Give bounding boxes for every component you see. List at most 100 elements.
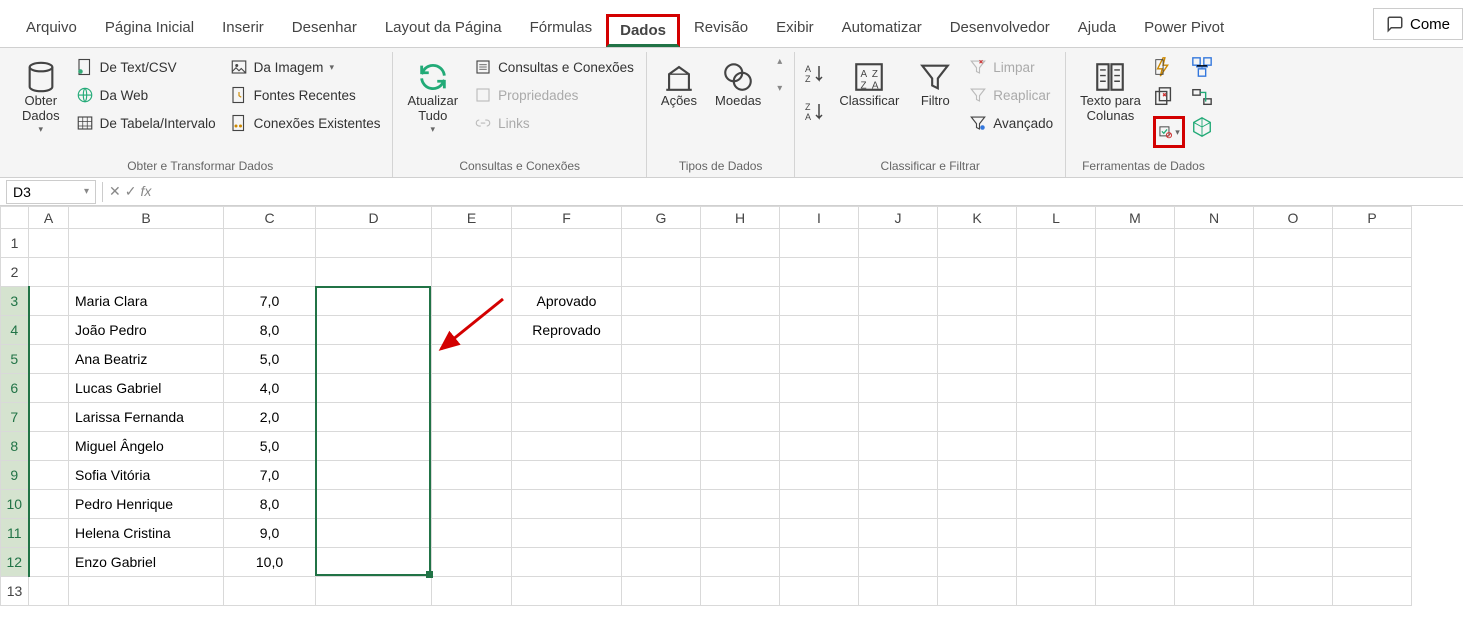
- cell-B2[interactable]: Aluno: [69, 258, 224, 287]
- cell-H11[interactable]: [701, 519, 780, 548]
- cell-I1[interactable]: [780, 229, 859, 258]
- cell-O8[interactable]: [1254, 432, 1333, 461]
- cell-E9[interactable]: [432, 461, 512, 490]
- cell-K11[interactable]: [938, 519, 1017, 548]
- row-header-13[interactable]: 13: [1, 577, 29, 606]
- cell-A9[interactable]: [29, 461, 69, 490]
- tab-formulas[interactable]: Fórmulas: [516, 11, 607, 47]
- cell-K5[interactable]: [938, 345, 1017, 374]
- cell-B1[interactable]: [69, 229, 224, 258]
- cell-J5[interactable]: [859, 345, 938, 374]
- cell-I11[interactable]: [780, 519, 859, 548]
- cell-F4[interactable]: Reprovado: [512, 316, 622, 345]
- cell-I4[interactable]: [780, 316, 859, 345]
- cell-H12[interactable]: [701, 548, 780, 577]
- cell-M12[interactable]: [1096, 548, 1175, 577]
- cell-O11[interactable]: [1254, 519, 1333, 548]
- row-header-5[interactable]: 5: [1, 345, 29, 374]
- cell-J13[interactable]: [859, 577, 938, 606]
- cell-F8[interactable]: [512, 432, 622, 461]
- cell-A1[interactable]: [29, 229, 69, 258]
- cell-F5[interactable]: [512, 345, 622, 374]
- data-validation-icon[interactable]: ▾: [1158, 121, 1180, 143]
- cell-H6[interactable]: [701, 374, 780, 403]
- cell-M9[interactable]: [1096, 461, 1175, 490]
- cell-K3[interactable]: [938, 287, 1017, 316]
- row-header-6[interactable]: 6: [1, 374, 29, 403]
- cell-I9[interactable]: [780, 461, 859, 490]
- cell-C10[interactable]: 8,0: [224, 490, 316, 519]
- cell-H13[interactable]: [701, 577, 780, 606]
- col-header-J[interactable]: J: [859, 207, 938, 229]
- cell-H10[interactable]: [701, 490, 780, 519]
- cell-N1[interactable]: [1175, 229, 1254, 258]
- cell-G4[interactable]: [622, 316, 701, 345]
- scroll-down-icon[interactable]: ▾: [777, 83, 782, 94]
- spreadsheet-grid[interactable]: ABCDEFGHIJKLMNOP12AlunoNotaStatusStatus3…: [0, 206, 1463, 606]
- flash-fill-icon[interactable]: [1153, 56, 1175, 78]
- cell-D11[interactable]: [316, 519, 432, 548]
- cell-C5[interactable]: 5,0: [224, 345, 316, 374]
- cell-G13[interactable]: [622, 577, 701, 606]
- cell-M7[interactable]: [1096, 403, 1175, 432]
- cell-F11[interactable]: [512, 519, 622, 548]
- cell-B10[interactable]: Pedro Henrique: [69, 490, 224, 519]
- col-header-M[interactable]: M: [1096, 207, 1175, 229]
- cell-K1[interactable]: [938, 229, 1017, 258]
- col-header-B[interactable]: B: [69, 207, 224, 229]
- cell-H8[interactable]: [701, 432, 780, 461]
- cell-P10[interactable]: [1333, 490, 1412, 519]
- cell-D5[interactable]: [316, 345, 432, 374]
- cell-J10[interactable]: [859, 490, 938, 519]
- cell-J6[interactable]: [859, 374, 938, 403]
- cell-G12[interactable]: [622, 548, 701, 577]
- cell-M13[interactable]: [1096, 577, 1175, 606]
- cell-M2[interactable]: [1096, 258, 1175, 287]
- tab-revisao[interactable]: Revisão: [680, 11, 762, 47]
- cell-N11[interactable]: [1175, 519, 1254, 548]
- cell-G2[interactable]: [622, 258, 701, 287]
- cell-C12[interactable]: 10,0: [224, 548, 316, 577]
- cell-A13[interactable]: [29, 577, 69, 606]
- cell-J9[interactable]: [859, 461, 938, 490]
- filter-button[interactable]: Filtro: [911, 56, 959, 113]
- cell-A8[interactable]: [29, 432, 69, 461]
- cell-K4[interactable]: [938, 316, 1017, 345]
- cell-A3[interactable]: [29, 287, 69, 316]
- row-header-2[interactable]: 2: [1, 258, 29, 287]
- cell-O1[interactable]: [1254, 229, 1333, 258]
- cell-C13[interactable]: [224, 577, 316, 606]
- cell-G3[interactable]: [622, 287, 701, 316]
- cell-L3[interactable]: [1017, 287, 1096, 316]
- cell-G9[interactable]: [622, 461, 701, 490]
- cell-F10[interactable]: [512, 490, 622, 519]
- cell-G8[interactable]: [622, 432, 701, 461]
- cell-D7[interactable]: [316, 403, 432, 432]
- cell-E8[interactable]: [432, 432, 512, 461]
- name-box[interactable]: D3 ▾: [6, 180, 96, 204]
- cell-F2[interactable]: Status: [512, 258, 622, 287]
- cell-B12[interactable]: Enzo Gabriel: [69, 548, 224, 577]
- tab-inserir[interactable]: Inserir: [208, 11, 278, 47]
- col-header-E[interactable]: E: [432, 207, 512, 229]
- cell-N10[interactable]: [1175, 490, 1254, 519]
- cell-C7[interactable]: 2,0: [224, 403, 316, 432]
- cell-D13[interactable]: [316, 577, 432, 606]
- cell-G1[interactable]: [622, 229, 701, 258]
- cell-A11[interactable]: [29, 519, 69, 548]
- cell-O2[interactable]: [1254, 258, 1333, 287]
- sort-desc-icon[interactable]: ZA: [803, 100, 827, 124]
- cell-O13[interactable]: [1254, 577, 1333, 606]
- tab-arquivo[interactable]: Arquivo: [12, 11, 91, 47]
- sort-asc-icon[interactable]: AZ: [803, 62, 827, 86]
- col-header-C[interactable]: C: [224, 207, 316, 229]
- cell-L13[interactable]: [1017, 577, 1096, 606]
- cell-C6[interactable]: 4,0: [224, 374, 316, 403]
- cell-L5[interactable]: [1017, 345, 1096, 374]
- col-header-H[interactable]: H: [701, 207, 780, 229]
- select-all-corner[interactable]: [1, 207, 29, 229]
- cell-I2[interactable]: [780, 258, 859, 287]
- cell-L8[interactable]: [1017, 432, 1096, 461]
- cell-L4[interactable]: [1017, 316, 1096, 345]
- cell-M3[interactable]: [1096, 287, 1175, 316]
